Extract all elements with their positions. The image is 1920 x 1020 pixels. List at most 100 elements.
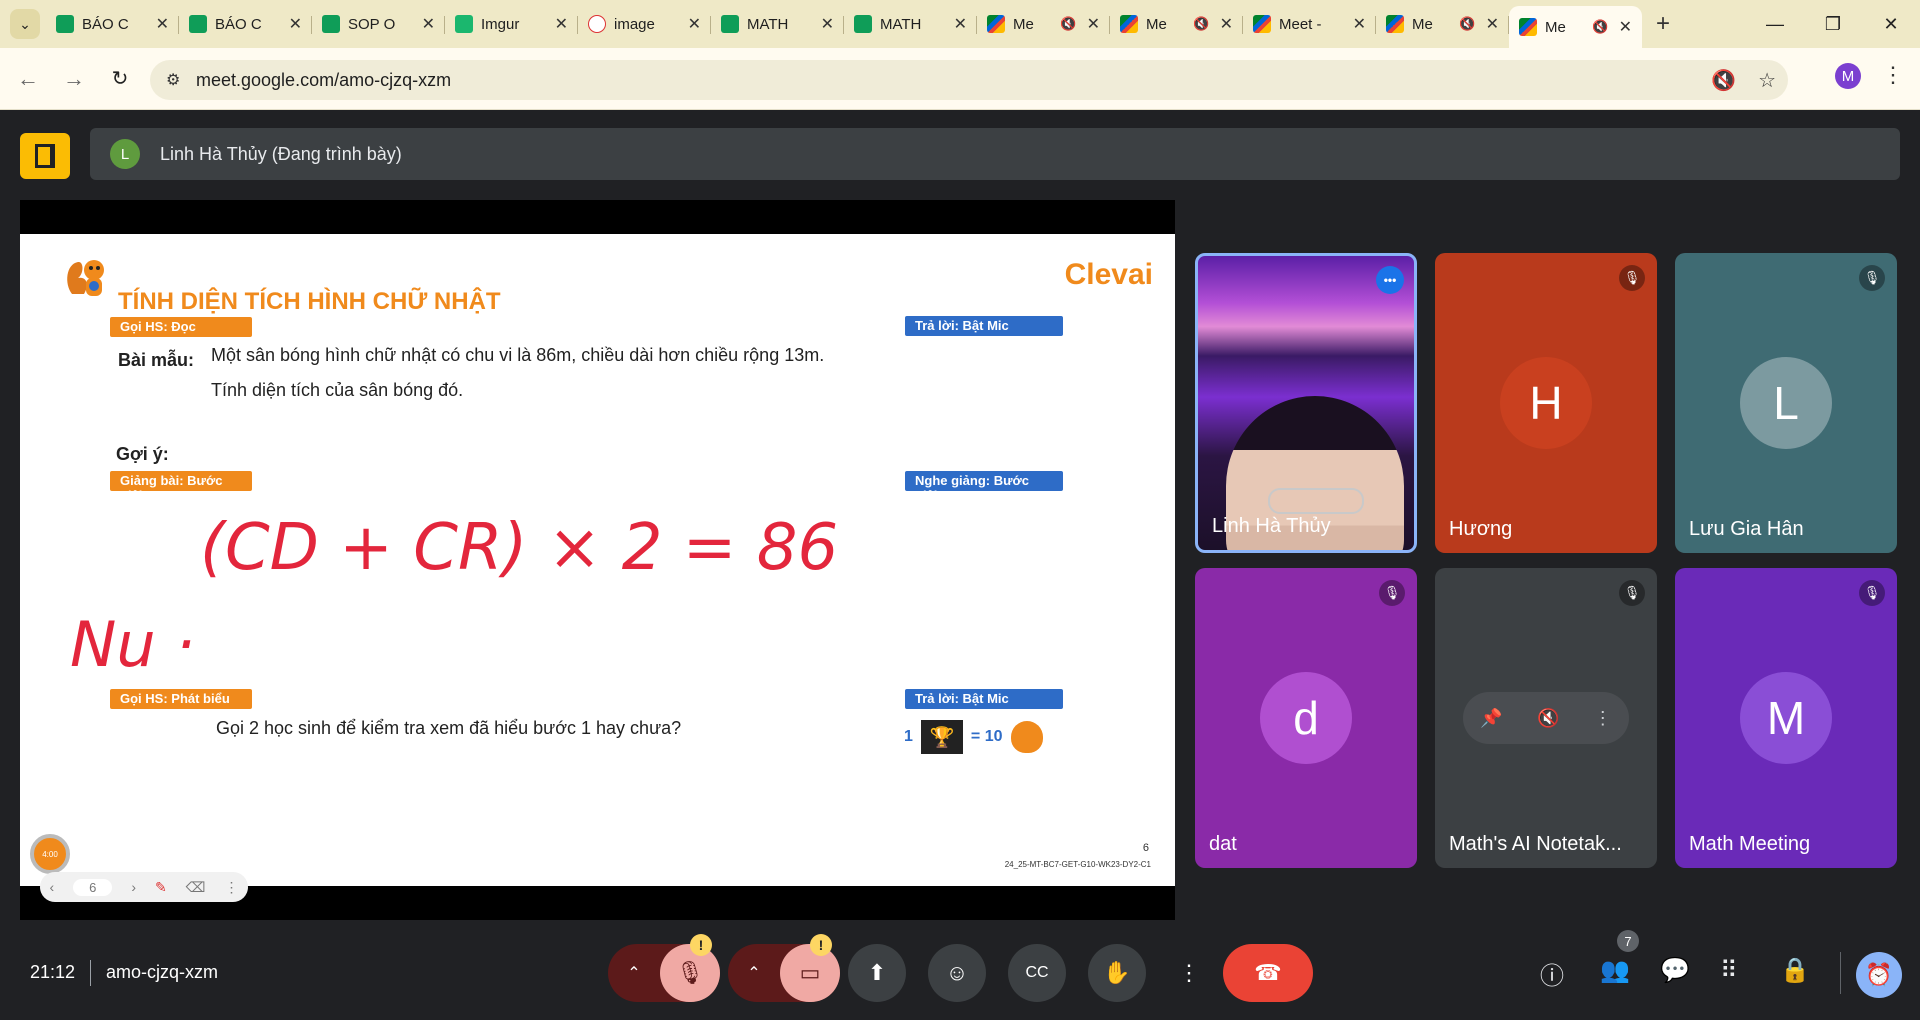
slide: TÍNH DIỆN TÍCH HÌNH CHỮ NHẬT Clevai Gọi …	[20, 234, 1175, 902]
slide-more-icon[interactable]: ⋮	[224, 879, 238, 896]
close-tab-icon[interactable]: ✕	[1220, 14, 1233, 34]
browser-tab[interactable]: Meet - ✕	[1243, 6, 1376, 42]
profile-avatar[interactable]: M	[1835, 63, 1861, 89]
browser-tab[interactable]: image ✕	[578, 6, 711, 42]
participant-tile[interactable]: H 🎙 Hương	[1435, 253, 1657, 553]
trophy-icon: 🏆	[920, 720, 963, 754]
browser-tab[interactable]: MATH ✕	[844, 6, 977, 42]
camera-options-chevron-icon[interactable]: ⌃	[728, 963, 780, 983]
handwriting-annotation: (CD + CR) × 2 = 86 Nu ·	[70, 511, 838, 681]
mic-off-icon: 🎙	[676, 960, 704, 985]
close-tab-icon[interactable]: ✕	[422, 14, 435, 34]
imgur-icon	[455, 15, 473, 33]
tab-muted-icon[interactable]: 🔇	[1592, 19, 1608, 35]
chat-icon: 💬	[1660, 957, 1690, 984]
mic-options-chevron-icon[interactable]: ⌃	[608, 963, 660, 983]
meet-icon	[1386, 15, 1404, 33]
close-tab-icon[interactable]: ✕	[555, 14, 568, 34]
eraser-icon[interactable]: ⌫	[186, 879, 206, 896]
close-tab-icon[interactable]: ✕	[1353, 14, 1366, 34]
mic-off-icon: 🎙	[1859, 580, 1885, 606]
close-tab-icon[interactable]: ✕	[821, 14, 834, 34]
participant-avatar: H	[1500, 357, 1592, 449]
browser-tab[interactable]: Me 🔇 ✕	[1110, 6, 1243, 42]
close-tab-icon[interactable]: ✕	[289, 14, 302, 34]
close-tab-icon[interactable]: ✕	[1087, 14, 1100, 34]
minimize-button[interactable]: —	[1746, 14, 1804, 35]
next-slide-button[interactable]: ›	[131, 879, 136, 895]
new-tab-button[interactable]: +	[1656, 10, 1670, 38]
chat-button[interactable]: 💬	[1660, 956, 1690, 985]
mic-off-icon: 🎙	[1619, 265, 1645, 291]
mic-toggle-button[interactable]: 🎙	[660, 944, 720, 1002]
close-tab-icon[interactable]: ✕	[688, 14, 701, 34]
reload-button[interactable]: ↻	[102, 61, 138, 97]
more-options-button[interactable]: ⋮	[1168, 944, 1210, 1002]
tab-muted-icon[interactable]: 🔇	[1193, 16, 1209, 32]
browser-tab[interactable]: BÁO C ✕	[179, 6, 312, 42]
mute-icon[interactable]: 🔇	[1537, 708, 1559, 729]
tab-muted-icon[interactable]: 🔇	[1459, 16, 1475, 32]
people-count-badge: 7	[1617, 930, 1639, 952]
site-settings-icon[interactable]: ⚙	[166, 70, 186, 90]
back-button[interactable]: ←	[10, 61, 46, 97]
browser-tab[interactable]: MATH ✕	[711, 6, 844, 42]
notetaker-controls[interactable]: 📌 🔇 ⋮	[1463, 692, 1629, 744]
browser-tab[interactable]: BÁO C ✕	[46, 6, 179, 42]
host-controls-button[interactable]: 🔒	[1780, 956, 1810, 985]
leave-call-button[interactable]: ☎	[1223, 944, 1313, 1002]
close-tab-icon[interactable]: ✕	[954, 14, 967, 34]
tab-label: BÁO C	[215, 15, 262, 33]
presentation-stage[interactable]: TÍNH DIỆN TÍCH HÌNH CHỮ NHẬT Clevai Gọi …	[20, 200, 1175, 920]
arrow-left-icon: ←	[17, 65, 39, 91]
tab-label: Me	[1412, 15, 1433, 33]
raise-hand-button[interactable]: ✋	[1088, 944, 1146, 1002]
reactions-button[interactable]: ☺	[928, 944, 986, 1002]
camera-toggle-button[interactable]: ▭	[780, 944, 840, 1002]
tab-muted-icon[interactable]: 🔇	[1711, 68, 1736, 93]
pin-icon[interactable]: 📌	[1480, 708, 1502, 729]
participant-tile[interactable]: ••• Linh Hà Thủy	[1195, 253, 1417, 553]
bookmark-star-icon[interactable]: ☆	[1758, 68, 1776, 93]
prev-slide-button[interactable]: ‹	[49, 879, 54, 895]
browser-tab[interactable]: Me 🔇 ✕	[977, 6, 1110, 42]
sheets-icon	[854, 15, 872, 33]
activities-button[interactable]: ⠿	[1720, 956, 1738, 985]
image-icon	[588, 15, 606, 33]
participant-tile[interactable]: 📌 🔇 ⋮ 🎙 Math's AI Notetak...	[1435, 568, 1657, 868]
timer-activity-button[interactable]: ⏰	[1856, 952, 1902, 998]
tab-muted-icon[interactable]: 🔇	[1060, 16, 1076, 32]
browser-tab[interactable]: Me 🔇 ✕	[1509, 6, 1642, 48]
close-tab-icon[interactable]: ✕	[1486, 14, 1499, 34]
tag-answer-mic-2: Trả lời: Bật Mic	[905, 689, 1063, 709]
present-button[interactable]: ⬆	[848, 944, 906, 1002]
more-vert-icon: ⋮	[1178, 960, 1200, 985]
browser-tab[interactable]: Imgur ✕	[445, 6, 578, 42]
close-tab-icon[interactable]: ✕	[156, 14, 169, 34]
close-window-button[interactable]: ✕	[1862, 14, 1920, 35]
info-icon: ⓘ	[1540, 963, 1564, 990]
presenter-label: Linh Hà Thủy (Đang trình bày)	[160, 143, 402, 164]
divider	[90, 960, 91, 986]
meet-panel-button[interactable]	[20, 133, 70, 179]
restore-button[interactable]: ❐	[1804, 14, 1862, 35]
captions-button[interactable]: CC	[1008, 944, 1066, 1002]
url-text[interactable]: meet.google.com/amo-cjzq-xzm	[196, 70, 451, 91]
people-button[interactable]: 👥	[1600, 956, 1630, 985]
meet-icon	[987, 15, 1005, 33]
address-bar[interactable]: ⚙ meet.google.com/amo-cjzq-xzm 🔇 ☆	[150, 60, 1788, 100]
slide-nav-page[interactable]: 6	[73, 878, 113, 896]
forward-button[interactable]: →	[56, 61, 92, 97]
browser-menu-button[interactable]: ⋮	[1882, 62, 1904, 88]
tab-search-button[interactable]: ⌄	[10, 9, 40, 39]
browser-tab[interactable]: SOP O ✕	[312, 6, 445, 42]
browser-tab[interactable]: Me 🔇 ✕	[1376, 6, 1509, 42]
pen-icon[interactable]: ✎	[155, 879, 167, 896]
participant-tile[interactable]: M 🎙 Math Meeting	[1675, 568, 1897, 868]
timer-widget[interactable]: 4:00	[30, 834, 70, 874]
close-tab-icon[interactable]: ✕	[1619, 17, 1632, 37]
more-vert-icon[interactable]: ⋮	[1594, 708, 1612, 729]
participant-tile[interactable]: d 🎙 dat	[1195, 568, 1417, 868]
meeting-info-button[interactable]: ⓘ	[1540, 956, 1564, 991]
participant-tile[interactable]: L 🎙 Lưu Gia Hân	[1675, 253, 1897, 553]
